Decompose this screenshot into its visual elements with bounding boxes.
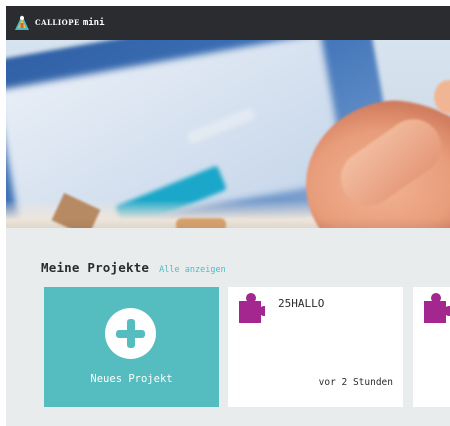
- calliope-logo-icon[interactable]: [14, 14, 30, 32]
- top-bar: CALLIOPE mini: [6, 6, 450, 40]
- section-title: Meine Projekte: [41, 260, 150, 275]
- projects-section: Meine Projekte Alle anzeigen Neues Proje…: [6, 228, 450, 426]
- hero-image: [6, 40, 450, 228]
- puzzle-piece-icon: [239, 293, 265, 323]
- project-card[interactable]: 25HALLO vor 2 Stunden: [228, 287, 403, 407]
- plus-circle-icon: [105, 308, 156, 359]
- project-card[interactable]: [413, 287, 450, 407]
- new-project-card[interactable]: Neues Projekt: [44, 287, 219, 407]
- brand-name-main: mini: [82, 18, 105, 28]
- app-window: CALLIOPE mini Meine Projekte Alle anzeig…: [6, 6, 450, 426]
- new-project-label: Neues Projekt: [90, 373, 173, 385]
- brand-logo[interactable]: CALLIOPE mini: [35, 18, 105, 28]
- project-name: 25HALLO: [278, 297, 325, 310]
- show-all-link[interactable]: Alle anzeigen: [159, 265, 226, 275]
- puzzle-piece-icon: [424, 293, 450, 323]
- project-modified-time: vor 2 Stunden: [318, 377, 393, 388]
- brand-name-small: CALLIOPE: [35, 18, 80, 27]
- projects-header: Meine Projekte Alle anzeigen: [41, 260, 226, 275]
